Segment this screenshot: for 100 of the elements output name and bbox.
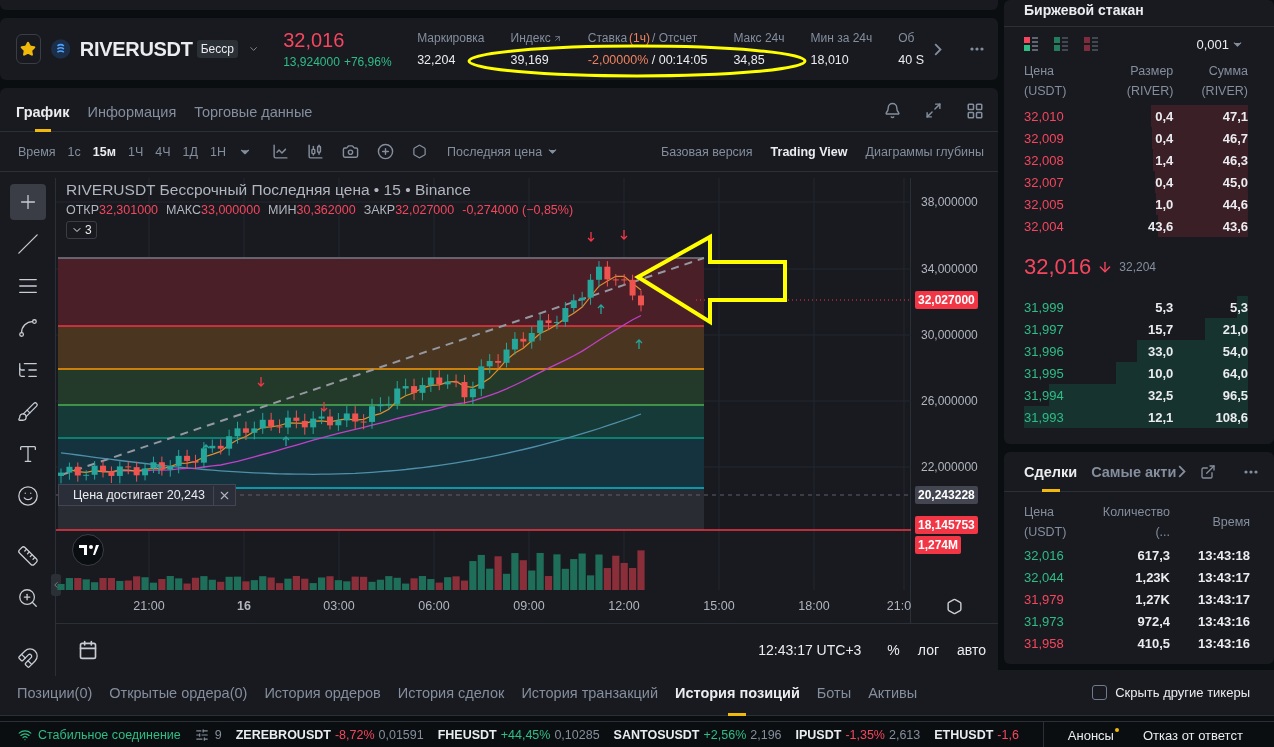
bid-total: 54,0: [1221, 343, 1248, 359]
stat-label: Ставка (1ч) / Отсчет: [587, 31, 699, 45]
ohlc-value: ЗАКР32,027000: [363, 203, 455, 217]
trade-time: 13:43:16: [1196, 635, 1250, 651]
stat-value: -2,00000% / 00:14:05: [587, 53, 708, 67]
interval-label: Время: [18, 144, 56, 159]
interval-option[interactable]: 1с: [67, 144, 81, 159]
trade-price: 32,016: [1024, 547, 1065, 563]
price-axis-label: 30,000000: [921, 328, 978, 342]
time-axis-label: 03:00: [323, 599, 355, 613]
trades-tab[interactable]: Самые акти: [1091, 451, 1177, 492]
interval-option[interactable]: 1Н: [210, 144, 226, 159]
chart-view-option[interactable]: Базовая версия: [660, 144, 753, 159]
interval-option[interactable]: 15м: [92, 144, 116, 159]
ohlc-value: МИН30,362000: [268, 203, 356, 217]
time-axis-label: 18:00: [798, 599, 830, 613]
bid-size: 15,7: [1147, 321, 1174, 337]
price-change: -0,274000 (−0,85%): [462, 203, 574, 217]
trade-time: 13:43:16: [1196, 613, 1250, 629]
ask-size: 1,4: [1154, 152, 1174, 168]
trade-quantity: 1,27K: [1134, 591, 1170, 607]
ask-total: 46,7: [1221, 130, 1248, 146]
time-axis-label: 06:00: [418, 599, 450, 613]
column-header: Время: [1211, 514, 1250, 531]
price-tag: 1,274M: [915, 536, 962, 554]
positions-tab[interactable]: История транзакций: [521, 669, 658, 716]
ask-size: 0,4: [1154, 174, 1174, 190]
bid-price: 31,995: [1024, 365, 1065, 381]
footer-link[interactable]: Анонсы: [1067, 726, 1119, 743]
trade-price: 31,979: [1024, 591, 1065, 607]
ohlc-value: ОТКР32,301000: [66, 203, 159, 217]
mark-price: 32,204: [1119, 259, 1156, 274]
stat-label: Мин за 24ч: [810, 31, 873, 45]
bid-price: 31,994: [1024, 387, 1065, 403]
ask-size: 0,4: [1154, 108, 1174, 124]
ticker-item[interactable]: SANTOSUSDT +2,56% 2,196: [613, 727, 782, 742]
price-axis-label: 26,000000: [921, 394, 978, 408]
price-change: 13,924000: [283, 55, 340, 69]
checkbox-label: Скрыть другие тикеры: [1115, 685, 1250, 700]
interval-option[interactable]: 4Ч: [155, 144, 171, 159]
chart-view-option[interactable]: Диаграммы глубины: [865, 144, 984, 159]
ask-size: 43,6: [1147, 218, 1174, 234]
scale-option[interactable]: лог: [917, 642, 940, 658]
ticker-item[interactable]: ZEREBROUSDT -8,72% 0,01591: [235, 727, 424, 742]
stat-value: 40 S: [898, 53, 924, 67]
time-axis-label: 21:0: [886, 599, 912, 613]
ohlc-value: МАКС33,000000: [166, 203, 261, 217]
ticker-item[interactable]: IPUSDT -1,35% 2,613: [795, 727, 921, 742]
column-header: Цена (USDT): [1024, 63, 1068, 100]
positions-tab[interactable]: Активы: [868, 669, 918, 716]
bid-total: 21,0: [1221, 321, 1248, 337]
stat-value: 32,204: [417, 53, 457, 67]
price-axis-label: 22,000000: [921, 460, 978, 474]
chart-title: RIVERUSDT Бессрочный Последняя цена • 15 • Binance: [66, 181, 472, 199]
bid-size: 12,1: [1147, 409, 1174, 425]
column-header: Сумма (RIVER): [1200, 63, 1248, 100]
filter-count: 9: [214, 727, 222, 742]
interval-option[interactable]: 1Ч: [127, 144, 144, 159]
trade-price: 31,973: [1024, 613, 1065, 629]
ask-total: 46,3: [1221, 152, 1248, 168]
bid-total: 5,3: [1228, 299, 1248, 315]
chart-tab[interactable]: Информация: [87, 89, 177, 132]
ask-total: 45,0: [1221, 174, 1248, 190]
step-dropdown[interactable]: 0,001: [1196, 36, 1244, 52]
price-tag: 32,027000: [915, 291, 978, 309]
time-axis-label: 16: [237, 599, 251, 613]
stat-label: Об: [898, 31, 915, 45]
scale-option[interactable]: авто: [957, 642, 986, 658]
price-tag: 18,145753: [915, 516, 978, 534]
price-chart[interactable]: RIVERUSDT Бессрочный Последняя цена • 15 • Binance ОТКР32,301000 МАКС33,000000 МИН30,362000 ЗАКР32,027000 -0,274000 (−0,85%) 3 Цена достигает 20,243: [56, 178, 911, 590]
column-header: Размер (RIVER): [1125, 63, 1174, 100]
bid-price: 31,996: [1024, 343, 1065, 359]
trade-time: 13:43:18: [1196, 547, 1250, 563]
positions-tab[interactable]: Открытые ордера(0): [109, 669, 248, 716]
positions-tab[interactable]: История ордеров: [264, 669, 381, 716]
positions-tab[interactable]: Позиции(0): [17, 669, 93, 716]
trade-time: 13:43:17: [1196, 591, 1250, 607]
bid-total: 96,5: [1221, 387, 1248, 403]
interval-option[interactable]: 1Д: [182, 144, 198, 159]
ticker-item[interactable]: ETHUSDT -1,6: [934, 727, 1019, 742]
bid-size: 33,0: [1147, 343, 1174, 359]
positions-tab[interactable]: Боты: [816, 669, 852, 716]
bid-total: 108,6: [1214, 409, 1248, 425]
alert-text: Цена достигает 20,243: [72, 487, 206, 504]
ticker-item[interactable]: FHEUSDT +44,45% 0,10285: [437, 727, 600, 742]
chart-tab[interactable]: Торговые данные: [194, 89, 313, 132]
trade-quantity: 617,3: [1136, 547, 1170, 563]
time-axis-label: 12:00: [608, 599, 640, 613]
indicators-toggle[interactable]: 3: [66, 221, 97, 239]
positions-tab[interactable]: История сделок: [397, 669, 505, 716]
ask-size: 0,4: [1154, 130, 1174, 146]
footer-link[interactable]: Отказ от ответст: [1142, 726, 1243, 743]
price-type-dropdown[interactable]: Последняя цена: [446, 144, 560, 159]
stat-label: Макс 24ч: [733, 31, 785, 45]
ask-price: 32,005: [1024, 196, 1065, 212]
time-axis-label: 15:00: [703, 599, 735, 613]
stat-label: Маркировка: [417, 31, 485, 45]
bid-total: 64,0: [1221, 365, 1248, 381]
scale-option[interactable]: %: [887, 642, 900, 658]
chart-view-option[interactable]: Trading View: [770, 144, 848, 159]
